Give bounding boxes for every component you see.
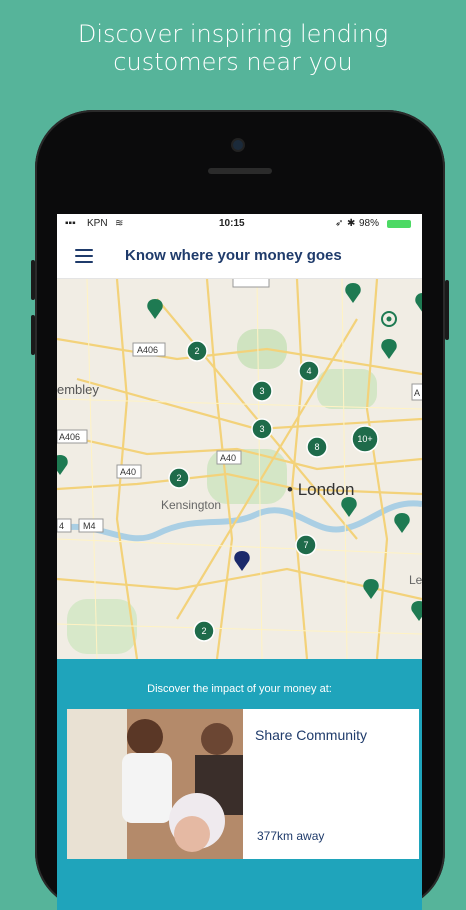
clock: 10:15	[219, 218, 245, 229]
svg-text:3: 3	[259, 386, 264, 396]
svg-text:8: 8	[314, 442, 319, 452]
signal-icon: ▪▪▪	[65, 218, 76, 229]
lender-pin-marker[interactable]	[394, 513, 410, 533]
place-label-london: • London	[287, 480, 354, 499]
road-label-a40-center: A40	[220, 453, 236, 463]
map-view[interactable]: A406 A406 A40 A40 M4 4 A embley Kensingt…	[57, 279, 422, 659]
cluster-marker[interactable]: 4	[298, 360, 320, 382]
phone-frame: ▪▪▪ KPN ≋ 10:15 ➶ ✱ 98% Know where your …	[31, 110, 449, 910]
place-label-kensington: Kensington	[161, 498, 221, 512]
nav-title: Know where your money goes	[125, 247, 342, 264]
lender-pin-marker[interactable]	[381, 339, 397, 359]
road-label-4: 4	[59, 521, 64, 531]
status-bar: ▪▪▪ KPN ≋ 10:15 ➶ ✱ 98%	[57, 214, 422, 234]
lender-pin-marker[interactable]	[345, 283, 361, 303]
cluster-marker[interactable]: 2	[193, 620, 215, 642]
current-location-pin[interactable]	[234, 551, 250, 571]
carrier-label: KPN	[87, 218, 108, 229]
cluster-marker[interactable]: 3	[251, 418, 273, 440]
cluster-marker[interactable]: 3	[251, 380, 273, 402]
lender-pin-marker[interactable]	[147, 299, 163, 319]
cluster-marker[interactable]: 2	[186, 340, 208, 362]
svg-text:2: 2	[194, 346, 199, 356]
headline-line-1: Discover inspiring lending	[77, 20, 389, 48]
svg-text:10+: 10+	[357, 434, 372, 444]
volume-down-button	[31, 315, 35, 355]
lender-card-name: Share Community	[255, 727, 368, 743]
battery-percent: 98%	[359, 218, 380, 229]
earpiece-speaker	[208, 168, 272, 174]
lender-pin-marker[interactable]	[341, 497, 357, 517]
wifi-icon: ≋	[115, 218, 124, 229]
road-label-a40-left: A40	[120, 467, 136, 477]
cluster-marker[interactable]: 7	[295, 534, 317, 556]
headline-line-2: customers near you	[113, 48, 353, 76]
place-label-le: Le	[409, 573, 422, 587]
lender-card-photo	[67, 709, 243, 859]
volume-up-button	[31, 260, 35, 300]
svg-text:2: 2	[201, 626, 206, 636]
bluetooth-icon: ✱	[347, 218, 356, 229]
cluster-marker[interactable]: 10+	[351, 425, 379, 453]
cluster-marker[interactable]: 2	[168, 467, 190, 489]
front-camera	[233, 140, 243, 150]
lender-pin-marker[interactable]	[411, 601, 422, 621]
road-label-m4: M4	[83, 521, 96, 531]
svg-text:2: 2	[176, 473, 181, 483]
nav-bar: Know where your money goes	[57, 234, 422, 279]
impact-panel-title: Discover the impact of your money at:	[147, 683, 332, 695]
thames-river	[57, 500, 422, 542]
battery-icon	[387, 220, 411, 228]
cluster-marker[interactable]: 8	[306, 436, 328, 458]
locate-me-icon[interactable]	[381, 311, 397, 327]
menu-icon[interactable]	[75, 249, 93, 263]
park-area	[67, 599, 137, 654]
promo-headline: Discover inspiring lending customers nea…	[0, 20, 466, 76]
road-label-a-right: A	[414, 388, 420, 398]
road-label-a406-left: A406	[59, 432, 80, 442]
impact-panel: Discover the impact of your money at: Sh…	[57, 659, 422, 910]
svg-text:3: 3	[259, 424, 264, 434]
lender-pin-marker[interactable]	[363, 579, 379, 599]
lender-pin-marker[interactable]	[57, 455, 68, 475]
svg-text:7: 7	[303, 540, 308, 550]
svg-text:4: 4	[306, 366, 311, 376]
power-button	[445, 280, 449, 340]
road-label-a406: A406	[137, 345, 158, 355]
phone-screen: ▪▪▪ KPN ≋ 10:15 ➶ ✱ 98% Know where your …	[57, 214, 422, 910]
lender-card-distance: 377km away	[257, 829, 325, 843]
lender-pin-marker[interactable]	[415, 293, 422, 313]
location-icon: ➶	[335, 218, 344, 229]
place-label-wembley: embley	[57, 382, 99, 397]
lender-card[interactable]: Share Community 377km away	[67, 709, 419, 859]
